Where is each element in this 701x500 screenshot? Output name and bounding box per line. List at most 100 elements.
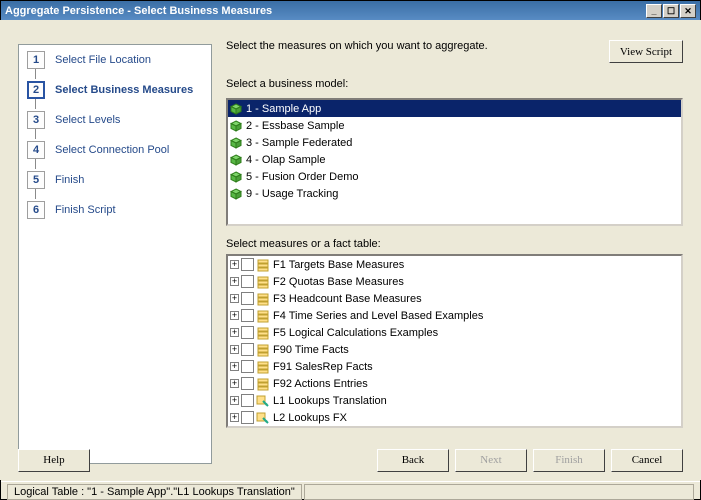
business-model-label: 1 - Sample App (246, 103, 321, 115)
business-model-item[interactable]: 3 - Sample Federated (228, 134, 681, 151)
wizard-step[interactable]: 6 Finish Script (19, 195, 211, 225)
finish-button[interactable]: Finish (533, 449, 605, 472)
step-label: Select Connection Pool (55, 144, 169, 156)
fact-table-icon (256, 343, 270, 357)
titlebar: Aggregate Persistence - Select Business … (1, 1, 700, 21)
tree-row[interactable]: + F5 Logical Calculations Examples (228, 324, 681, 341)
fact-table-icon (256, 275, 270, 289)
wizard-step[interactable]: 3 Select Levels (19, 105, 211, 135)
step-label: Select Levels (55, 114, 120, 126)
tree-checkbox[interactable] (241, 411, 254, 424)
tree-item-label: F5 Logical Calculations Examples (273, 327, 438, 339)
fact-table-icon (256, 326, 270, 340)
fact-table-icon (256, 292, 270, 306)
expander-icon[interactable]: + (230, 294, 239, 303)
fact-table-icon (256, 360, 270, 374)
window-title: Aggregate Persistence - Select Business … (5, 5, 646, 17)
expander-icon[interactable]: + (230, 396, 239, 405)
business-model-item[interactable]: 1 - Sample App (228, 100, 681, 117)
business-model-label: 2 - Essbase Sample (246, 120, 344, 132)
expander-icon[interactable]: + (230, 311, 239, 320)
cube-icon (230, 171, 242, 183)
tree-row[interactable]: + F4 Time Series and Level Based Examples (228, 307, 681, 324)
expander-icon[interactable]: + (230, 345, 239, 354)
tree-checkbox[interactable] (241, 360, 254, 373)
view-script-button[interactable]: View Script (609, 40, 683, 63)
step-label: Finish (55, 174, 84, 186)
tree-item-label: F92 Actions Entries (273, 378, 368, 390)
maximize-button[interactable]: ☐ (663, 4, 679, 18)
step-number: 5 (27, 171, 45, 189)
expander-icon[interactable]: + (230, 362, 239, 371)
step-number: 4 (27, 141, 45, 159)
fact-table-icon (256, 258, 270, 272)
business-model-label: Select a business model: (226, 78, 683, 90)
tree-checkbox[interactable] (241, 275, 254, 288)
expander-icon[interactable]: + (230, 277, 239, 286)
cancel-button[interactable]: Cancel (611, 449, 683, 472)
tree-row[interactable]: + L1 Lookups Translation (228, 392, 681, 409)
tree-checkbox[interactable] (241, 309, 254, 322)
minimize-button[interactable]: _ (646, 4, 662, 18)
business-model-label: 9 - Usage Tracking (246, 188, 338, 200)
tree-checkbox[interactable] (241, 292, 254, 305)
lookup-table-icon (256, 394, 270, 408)
tree-item-label: F2 Quotas Base Measures (273, 276, 404, 288)
tree-item-label: F3 Headcount Base Measures (273, 293, 422, 305)
business-model-item[interactable]: 4 - Olap Sample (228, 151, 681, 168)
business-model-list[interactable]: 1 - Sample App 2 - Essbase Sample 3 - Samp… (226, 98, 683, 226)
back-button[interactable]: Back (377, 449, 449, 472)
wizard-step[interactable]: 2Select Business Measures (19, 75, 211, 105)
cube-icon (230, 188, 242, 200)
tree-row[interactable]: + F1 Targets Base Measures (228, 256, 681, 273)
tree-row[interactable]: + L2 Lookups FX (228, 409, 681, 426)
expander-icon[interactable]: + (230, 328, 239, 337)
next-button[interactable]: Next (455, 449, 527, 472)
step-label: Select File Location (55, 54, 151, 66)
tree-row[interactable]: + F90 Time Facts (228, 341, 681, 358)
expander-icon[interactable]: + (230, 413, 239, 422)
step-number: 6 (27, 201, 45, 219)
tree-item-label: F91 SalesRep Facts (273, 361, 373, 373)
step-number: 1 (27, 51, 45, 69)
step-number: 2 (27, 81, 45, 99)
statusbar: Logical Table : "1 - Sample App"."L1 Loo… (1, 481, 700, 499)
help-button[interactable]: Help (18, 449, 90, 472)
cube-icon (230, 154, 242, 166)
wizard-step[interactable]: 1 Select File Location (19, 45, 211, 75)
tree-checkbox[interactable] (241, 394, 254, 407)
tree-item-label: L1 Lookups Translation (273, 395, 387, 407)
wizard-steps-panel: 1 Select File Location 2Select Business Me… (18, 44, 212, 464)
wizard-step[interactable]: 4 Select Connection Pool (19, 135, 211, 165)
business-model-label: 3 - Sample Federated (246, 137, 352, 149)
tree-checkbox[interactable] (241, 258, 254, 271)
business-model-item[interactable]: 5 - Fusion Order Demo (228, 168, 681, 185)
measures-label: Select measures or a fact table: (226, 238, 381, 250)
tree-checkbox[interactable] (241, 343, 254, 356)
fact-table-tree[interactable]: + F1 Targets Base Measures + F2 Quotas Base… (226, 254, 683, 428)
cube-icon (230, 120, 242, 132)
button-bar: Help Back Next Finish Cancel (0, 444, 701, 476)
tree-row[interactable]: + F91 SalesRep Facts (228, 358, 681, 375)
tree-checkbox[interactable] (241, 326, 254, 339)
cube-icon (230, 137, 242, 149)
status-text: Logical Table : "1 - Sample App"."L1 Loo… (7, 484, 302, 500)
tree-item-label: F1 Targets Base Measures (273, 259, 404, 271)
cube-icon (230, 103, 242, 115)
business-model-item[interactable]: 9 - Usage Tracking (228, 185, 681, 202)
fact-table-icon (256, 309, 270, 323)
business-model-item[interactable]: 2 - Essbase Sample (228, 117, 681, 134)
step-label: Finish Script (55, 204, 116, 216)
expander-icon[interactable]: + (230, 260, 239, 269)
wizard-step[interactable]: 5 Finish (19, 165, 211, 195)
tree-row[interactable]: + F3 Headcount Base Measures (228, 290, 681, 307)
tree-checkbox[interactable] (241, 377, 254, 390)
tree-item-label: L2 Lookups FX (273, 412, 347, 424)
expander-icon[interactable]: + (230, 379, 239, 388)
close-button[interactable]: ✕ (680, 4, 696, 18)
tree-item-label: F90 Time Facts (273, 344, 349, 356)
step-number: 3 (27, 111, 45, 129)
tree-row[interactable]: + F2 Quotas Base Measures (228, 273, 681, 290)
tree-row[interactable]: + F92 Actions Entries (228, 375, 681, 392)
tree-item-label: F4 Time Series and Level Based Examples (273, 310, 483, 322)
